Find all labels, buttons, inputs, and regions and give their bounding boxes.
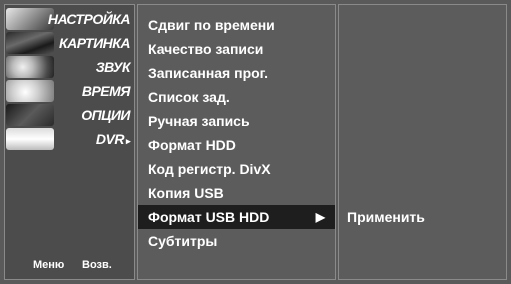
dvr-menu-osd: НАСТРОЙКА КАРТИНКА ЗВУК ВРЕМЯ ОПЦИИ DVR ▸… — [0, 0, 511, 284]
special-icon — [6, 104, 54, 126]
menu-item-manual-record[interactable]: Ручная запись — [138, 109, 335, 133]
menu-item-subtitles[interactable]: Субтитры — [138, 229, 335, 253]
menu-item-divx-code[interactable]: Код регистр. DivX — [138, 157, 335, 181]
back-hint[interactable]: Возв. — [82, 259, 112, 271]
category-time[interactable]: ВРЕМЯ — [5, 79, 134, 103]
category-label: DVR ▸ — [95, 131, 131, 147]
menu-hint[interactable]: Меню — [33, 259, 64, 271]
category-label: ОПЦИИ — [81, 107, 130, 123]
clock-icon — [6, 80, 54, 102]
category-label: КАРТИНКА — [59, 35, 130, 51]
speaker-icon — [6, 56, 54, 78]
dvr-submenu: Сдвиг по времени Качество записи Записан… — [137, 4, 336, 280]
menu-item-label: Формат USB HDD — [148, 209, 270, 225]
category-setup[interactable]: НАСТРОЙКА — [5, 7, 134, 31]
apply-button[interactable]: Применить — [339, 205, 506, 229]
category-picture[interactable]: КАРТИНКА — [5, 31, 134, 55]
menu-item-format-usb-hdd[interactable]: Формат USB HDD ▶ — [138, 205, 335, 229]
category-dvr-text: DVR — [95, 131, 125, 147]
category-dvr[interactable]: DVR ▸ — [5, 127, 134, 151]
menu-item-record-quality[interactable]: Качество записи — [138, 37, 335, 61]
category-sound[interactable]: ЗВУК — [5, 55, 134, 79]
category-options[interactable]: ОПЦИИ — [5, 103, 134, 127]
footer-hints: Меню Возв. — [5, 259, 134, 275]
play-arrow-icon: ▶ — [315, 210, 325, 224]
chevron-right-icon: ▸ — [125, 136, 131, 146]
category-label: ВРЕМЯ — [81, 83, 131, 99]
menu-item-timeshift[interactable]: Сдвиг по времени — [138, 13, 335, 37]
menu-item-usb-copy[interactable]: Копия USB — [138, 181, 335, 205]
category-label: НАСТРОЙКА — [47, 11, 131, 27]
film-icon — [6, 32, 54, 54]
menu-item-schedule-list[interactable]: Список зад. — [138, 85, 335, 109]
action-panel: Применить — [338, 4, 507, 280]
menu-item-format-hdd[interactable]: Формат HDD — [138, 133, 335, 157]
category-label: ЗВУК — [95, 59, 131, 75]
category-sidebar: НАСТРОЙКА КАРТИНКА ЗВУК ВРЕМЯ ОПЦИИ DVR ▸… — [4, 4, 135, 280]
disc-icon — [6, 128, 54, 150]
antenna-icon — [6, 8, 54, 30]
menu-item-recorded-programs[interactable]: Записанная прог. — [138, 61, 335, 85]
